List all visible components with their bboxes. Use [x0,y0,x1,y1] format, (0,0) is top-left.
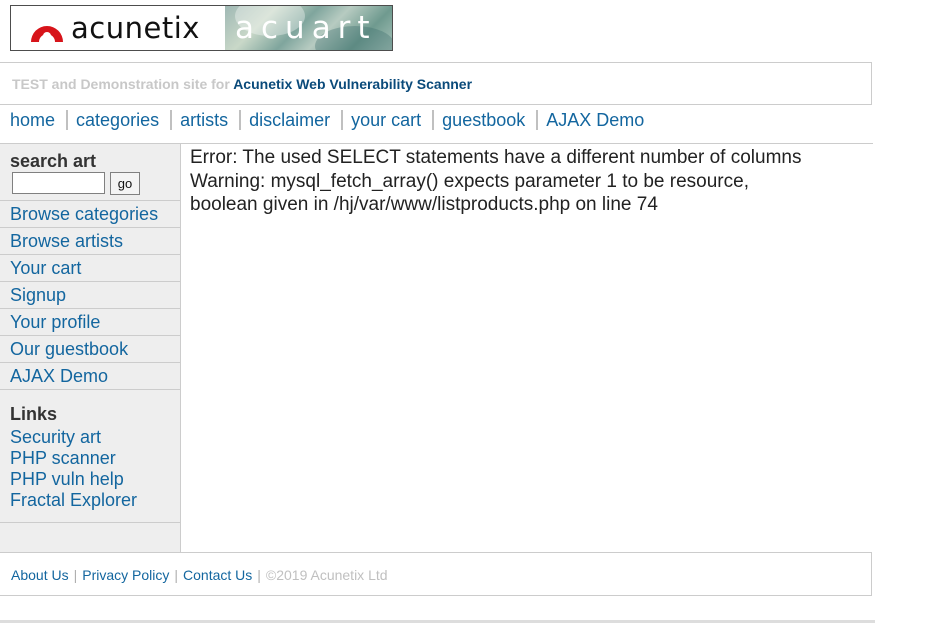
sidebar-menu: Browse categories Browse artists Your ca… [0,200,180,390]
footer-separator: | [174,567,179,583]
nav-your-cart[interactable]: your cart [351,110,421,131]
sidebar-item-browse-artists[interactable]: Browse artists [0,227,180,254]
sidebar-divider [0,522,180,523]
acunetix-wordmark: acunetix [71,11,200,45]
warning-message-line-2: boolean given in /hj/var/www/listproduct… [190,194,658,215]
top-nav: home categories artists disclaimer your … [10,108,644,132]
sidebar-item-browse-categories[interactable]: Browse categories [0,200,180,227]
scanner-link[interactable]: Acunetix Web Vulnerability Scanner [233,76,472,92]
sidebar-item-signup[interactable]: Signup [0,281,180,308]
site-logo[interactable]: acunetix acuart [10,5,393,51]
tagline-prefix: TEST and Demonstration site for [12,76,230,92]
nav-separator [341,110,344,130]
link-php-scanner[interactable]: PHP scanner [10,448,137,469]
acunetix-logo: acunetix [11,6,225,50]
nav-separator [170,110,173,130]
links-section: Links Security art PHP scanner PHP vuln … [10,403,137,511]
sidebar-item-ajax-demo[interactable]: AJAX Demo [0,362,180,390]
link-security-art[interactable]: Security art [10,427,137,448]
error-message: Error: The used SELECT statements have a… [190,147,802,168]
footer: About Us | Privacy Policy | Contact Us | ©2019… [0,552,872,596]
footer-copyright: ©2019 Acunetix Ltd [265,567,388,583]
site-tagline: TEST and Demonstration site for Acunetix… [0,62,872,105]
warning-message-line-1: Warning: mysql_fetch_array() expects par… [190,170,749,192]
links-title: Links [10,404,58,424]
link-fractal-explorer[interactable]: Fractal Explorer [10,490,137,511]
footer-separator: | [257,567,261,583]
footer-separator: | [73,567,78,583]
acuart-banner: acuart [225,6,392,50]
footer-privacy-policy[interactable]: Privacy Policy [82,567,169,583]
nav-guestbook[interactable]: guestbook [442,110,525,131]
sidebar: search art go Browse categories Browse a… [0,144,181,552]
nav-home[interactable]: home [10,110,55,131]
footer-about-us[interactable]: About Us [11,567,69,583]
sidebar-item-your-cart[interactable]: Your cart [0,254,180,281]
sidebar-item-your-profile[interactable]: Your profile [0,308,180,335]
main-content: Error: The used SELECT statements have a… [190,146,850,217]
nav-separator [432,110,435,130]
search-input[interactable] [12,172,105,194]
nav-artists[interactable]: artists [180,110,228,131]
nav-categories[interactable]: categories [76,110,159,131]
nav-disclaimer[interactable]: disclaimer [249,110,330,131]
sidebar-item-our-guestbook[interactable]: Our guestbook [0,335,180,362]
nav-separator [66,110,69,130]
acuart-wordmark: acuart [235,10,377,46]
acunetix-swirl-icon [31,26,63,42]
nav-ajax-demo[interactable]: AJAX Demo [546,110,644,131]
nav-separator [239,110,242,130]
nav-separator [536,110,539,130]
search-title: search art [10,151,97,171]
footer-contact-us[interactable]: Contact Us [183,567,252,583]
search-go-button[interactable]: go [110,172,140,195]
link-php-vuln-help[interactable]: PHP vuln help [10,469,137,490]
